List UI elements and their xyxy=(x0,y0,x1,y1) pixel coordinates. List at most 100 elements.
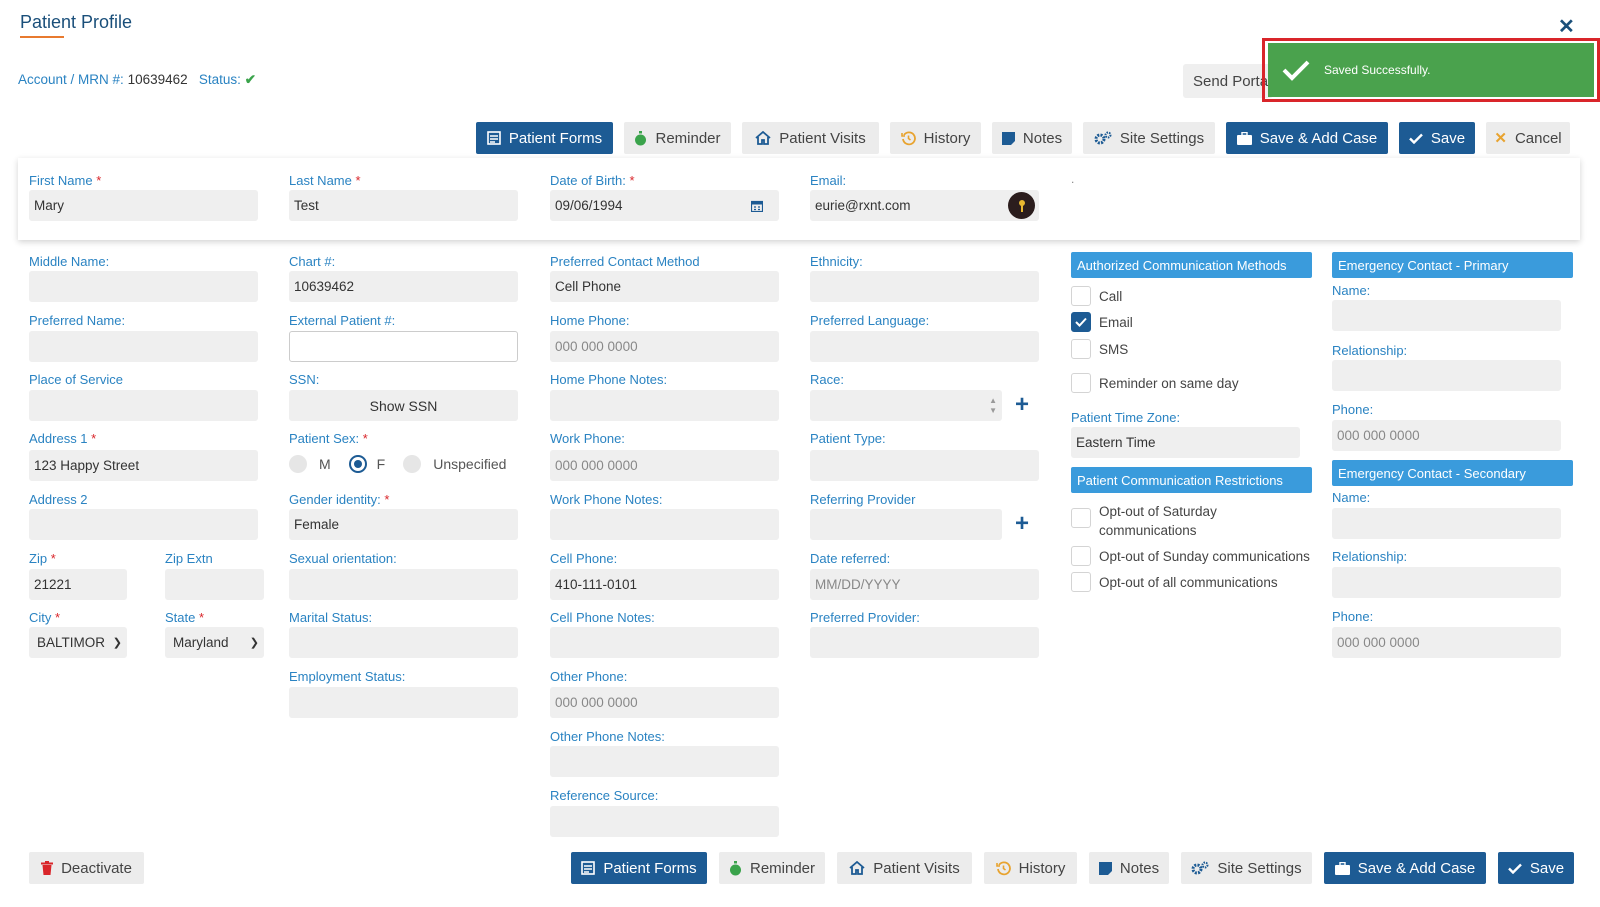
time-zone-label: Patient Time Zone: xyxy=(1071,410,1181,425)
work-phone-notes-field[interactable] xyxy=(550,509,779,540)
gender-identity-field[interactable]: Female xyxy=(289,509,518,540)
race-field[interactable]: ▲ ▼ xyxy=(810,390,1002,421)
last-name-field[interactable]: Test xyxy=(289,190,518,221)
address1-field[interactable]: 123 Happy Street xyxy=(29,450,258,481)
notes-button[interactable]: Notes xyxy=(992,122,1072,154)
other-phone-field[interactable]: 000 000 0000 xyxy=(550,687,779,718)
preferred-name-field[interactable] xyxy=(29,331,258,362)
site-settings-button[interactable]: Site Settings xyxy=(1181,852,1312,884)
sex-m-radio[interactable] xyxy=(289,455,307,473)
patient-type-field[interactable] xyxy=(810,450,1039,481)
work-phone-notes-label: Work Phone Notes: xyxy=(550,492,663,507)
first-name-field[interactable]: Mary xyxy=(29,190,258,221)
other-phone-notes-field[interactable] xyxy=(550,746,779,777)
preferred-provider-field[interactable] xyxy=(810,627,1039,658)
spinner-arrows-icon[interactable]: ▲ ▼ xyxy=(989,396,997,416)
optout-saturday-checkbox[interactable] xyxy=(1071,508,1091,528)
patient-visits-button[interactable]: Patient Visits xyxy=(837,852,972,884)
ethnicity-field[interactable] xyxy=(810,271,1039,302)
referring-provider-field[interactable] xyxy=(810,509,1002,540)
employment-status-field[interactable] xyxy=(289,687,518,718)
save-add-case-button[interactable]: Save & Add Case xyxy=(1226,122,1388,154)
cancel-button[interactable]: ✕ Cancel xyxy=(1486,122,1570,154)
primary-relationship-label: Relationship: xyxy=(1332,343,1408,358)
home-icon xyxy=(849,861,865,875)
emergency-primary-header: Emergency Contact - Primary xyxy=(1332,252,1573,278)
other-phone-label: Other Phone: xyxy=(550,669,628,684)
notes-button[interactable]: Notes xyxy=(1089,852,1169,884)
deactivate-button[interactable]: Deactivate xyxy=(29,852,144,884)
save-button[interactable]: Save xyxy=(1399,122,1475,154)
sex-unspecified-radio[interactable] xyxy=(403,455,422,473)
external-patient-field[interactable] xyxy=(289,331,518,362)
history-button[interactable]: History xyxy=(890,122,981,154)
note-icon xyxy=(1098,861,1112,875)
place-of-service-label: Place of Service xyxy=(29,372,123,387)
preferred-language-field[interactable] xyxy=(810,331,1039,362)
reminder-same-day-checkbox[interactable] xyxy=(1071,373,1091,393)
password-key-icon[interactable] xyxy=(1008,192,1035,219)
primary-phone-field[interactable]: 000 000 0000 xyxy=(1332,420,1561,451)
home-phone-notes-field[interactable] xyxy=(550,390,779,421)
sex-f-radio[interactable] xyxy=(348,455,367,473)
state-select[interactable]: Maryland ❯ xyxy=(165,627,264,658)
dot-marker: . xyxy=(1071,172,1075,186)
secondary-name-field[interactable] xyxy=(1332,508,1561,539)
sms-checkbox[interactable] xyxy=(1071,339,1091,359)
patient-forms-button[interactable]: Patient Forms xyxy=(571,852,707,884)
calendar-icon[interactable] xyxy=(751,200,763,212)
zip-extn-field[interactable] xyxy=(165,569,264,600)
optout-all-checkbox[interactable] xyxy=(1071,572,1091,592)
optout-saturday-row: Opt-out of Saturday communications xyxy=(1071,502,1249,540)
email-checkbox[interactable] xyxy=(1071,312,1091,332)
save-add-case-button[interactable]: Save & Add Case xyxy=(1324,852,1486,884)
home-phone-field[interactable]: 000 000 0000 xyxy=(550,331,779,362)
reminder-same-day-row: Reminder on same day xyxy=(1071,373,1239,393)
save-button[interactable]: Save xyxy=(1498,852,1574,884)
history-button[interactable]: History xyxy=(984,852,1077,884)
optout-sunday-checkbox[interactable] xyxy=(1071,546,1091,566)
show-ssn-button[interactable]: Show SSN xyxy=(289,390,518,421)
add-referring-provider-icon[interactable]: + xyxy=(1015,512,1029,536)
patient-forms-button[interactable]: Patient Forms xyxy=(476,122,613,154)
email-label: Email: xyxy=(810,173,847,188)
secondary-relationship-field[interactable] xyxy=(1332,567,1561,598)
close-icon[interactable]: ✕ xyxy=(1558,14,1575,39)
sexual-orientation-field[interactable] xyxy=(289,569,518,600)
form-icon xyxy=(581,861,596,875)
call-checkbox[interactable] xyxy=(1071,286,1091,306)
reference-source-field[interactable] xyxy=(550,806,779,837)
place-of-service-field[interactable] xyxy=(29,390,258,421)
secondary-phone-field[interactable]: 000 000 0000 xyxy=(1332,627,1561,658)
time-zone-field[interactable]: Eastern Time xyxy=(1071,427,1300,458)
cell-phone-notes-label: Cell Phone Notes: xyxy=(550,610,655,625)
primary-relationship-field[interactable] xyxy=(1332,360,1561,391)
dob-field[interactable]: 09/06/1994 xyxy=(550,190,779,221)
chart-field[interactable]: 10639462 xyxy=(289,271,518,302)
middle-name-field[interactable] xyxy=(29,271,258,302)
gender-identity-label: Gender identity: * xyxy=(289,492,390,507)
site-settings-button[interactable]: Site Settings xyxy=(1083,122,1215,154)
page-title: Patient Profile xyxy=(20,12,133,32)
primary-name-field[interactable] xyxy=(1332,300,1561,331)
briefcase-icon xyxy=(1236,131,1252,145)
date-referred-field[interactable]: MM/DD/YYYY xyxy=(810,569,1039,600)
reminder-button[interactable]: Reminder xyxy=(624,122,731,154)
zip-field[interactable]: 21221 xyxy=(29,569,127,600)
patient-visits-button[interactable]: Patient Visits xyxy=(742,122,879,154)
email-field[interactable]: eurie@rxnt.com xyxy=(810,190,1039,221)
send-portal-button[interactable]: Send Portal xyxy=(1183,64,1273,98)
cell-phone-notes-field[interactable] xyxy=(550,627,779,658)
marital-status-label: Marital Status: xyxy=(289,610,373,625)
cell-phone-label: Cell Phone: xyxy=(550,551,618,566)
marital-status-field[interactable] xyxy=(289,627,518,658)
address2-field[interactable] xyxy=(29,509,258,540)
work-phone-field[interactable]: 000 000 0000 xyxy=(550,450,779,481)
preferred-contact-field[interactable]: Cell Phone xyxy=(550,271,779,302)
city-select[interactable]: BALTIMOR ❯ xyxy=(29,627,127,658)
reminder-button[interactable]: Reminder xyxy=(719,852,825,884)
add-race-icon[interactable]: + xyxy=(1015,393,1029,417)
cell-phone-field[interactable]: 410-111-0101 xyxy=(550,569,779,600)
title-underline xyxy=(20,36,64,38)
date-referred-label: Date referred: xyxy=(810,551,891,566)
